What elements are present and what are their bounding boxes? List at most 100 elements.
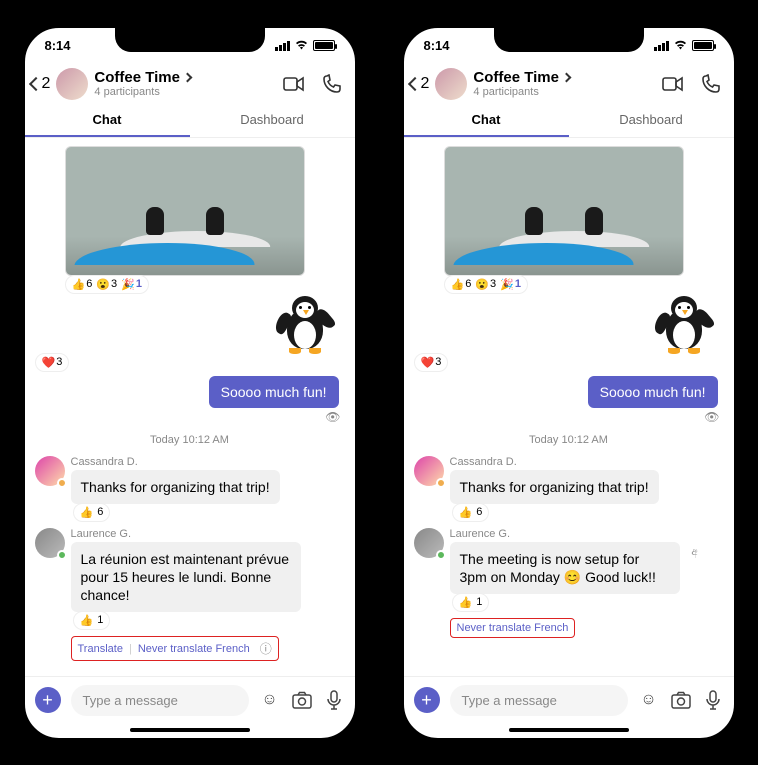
group-avatar[interactable] [56, 68, 88, 100]
reaction[interactable]: 👍1 [73, 611, 111, 630]
sender-name: Cassandra D. [450, 456, 724, 468]
composer: + Type a message ☺ [404, 676, 734, 724]
audio-call-button[interactable] [321, 73, 343, 95]
message-bubble-translated[interactable]: The meeting is now setup for 3pm on Mond… [450, 542, 680, 594]
tabs: Chat Dashboard [25, 104, 355, 138]
home-indicator[interactable] [130, 728, 250, 732]
status-time: 8:14 [45, 38, 71, 53]
chat-subtitle: 4 participants [473, 86, 655, 98]
video-call-button[interactable] [283, 73, 305, 95]
status-right [275, 38, 335, 53]
notch [494, 28, 644, 52]
reaction: 👍6 [72, 278, 93, 291]
back-button[interactable]: 2 [31, 75, 51, 93]
tab-dashboard[interactable]: Dashboard [569, 104, 734, 137]
avatar-laurence[interactable] [414, 528, 444, 558]
image-message[interactable] [65, 146, 305, 276]
battery-icon [692, 40, 714, 51]
compose-add-button[interactable]: + [414, 687, 440, 713]
reaction-penguin[interactable]: ❤️3 [414, 353, 449, 372]
avatar-laurence[interactable] [35, 528, 65, 558]
wifi-icon [673, 38, 688, 53]
reactions-image[interactable]: 👍6 😮3 🎉1 [65, 275, 149, 294]
message-input[interactable]: Type a message [450, 685, 628, 716]
timestamp: Today 10:12 AM [414, 434, 724, 446]
camera-button[interactable] [291, 689, 313, 711]
emoji-button[interactable]: ☺ [259, 689, 281, 711]
presence-online-icon [57, 550, 67, 560]
message-cassandra: Cassandra D. Thanks for organizing that … [35, 456, 345, 522]
image-message[interactable] [444, 146, 684, 276]
reaction[interactable]: 👍1 [452, 593, 490, 612]
header: 2 Coffee Time 4 participants [404, 64, 734, 104]
mic-button[interactable] [702, 689, 724, 711]
message-bubble[interactable]: La réunion est maintenant prévue pour 15… [71, 542, 301, 613]
signal-icon [275, 41, 290, 51]
message-laurence: Laurence G. La réunion est maintenant pr… [35, 528, 345, 631]
mic-button[interactable] [323, 689, 345, 711]
sender-name: Cassandra D. [71, 456, 345, 468]
translate-button[interactable]: Translate [78, 643, 123, 655]
reaction: 😮3 [96, 278, 117, 291]
phone-right: 8:14 2 Coffee Time 4 participants [394, 18, 744, 748]
title-block[interactable]: Coffee Time 4 participants [94, 69, 276, 98]
reactions-image[interactable]: 👍6 😮3 🎉1 [444, 275, 528, 294]
tab-chat[interactable]: Chat [25, 104, 190, 137]
camera-button[interactable] [670, 689, 692, 711]
signal-icon [654, 41, 669, 51]
video-call-button[interactable] [662, 73, 684, 95]
status-time: 8:14 [424, 38, 450, 53]
sender-name: Laurence G. [71, 528, 345, 540]
avatar-cassandra[interactable] [35, 456, 65, 486]
chevron-left-icon [28, 76, 42, 90]
never-translate-button[interactable]: Never translate French [457, 622, 569, 634]
title-block[interactable]: Coffee Time 4 participants [473, 69, 655, 98]
composer: + Type a message ☺ [25, 676, 355, 724]
chevron-right-icon [562, 73, 572, 83]
message-bubble[interactable]: Thanks for organizing that trip! [71, 470, 280, 504]
messages-pane[interactable]: 👍6 😮3 🎉1 ❤️3 Soooo much fun! 👁 Today 10:… [404, 138, 734, 676]
help-icon[interactable]: ⓘ [260, 640, 272, 657]
message-input[interactable]: Type a message [71, 685, 249, 716]
messages-pane[interactable]: 👍6 😮3 🎉1 ❤️3 Soooo much fun! 👁 Today 10:… [25, 138, 355, 676]
translate-options: Never translate French [450, 618, 576, 638]
translate-options: Translate | Never translate French ⓘ [71, 636, 279, 661]
never-translate-button[interactable]: Never translate French [138, 643, 250, 655]
sticker-penguin[interactable] [275, 294, 335, 354]
emoji-button[interactable]: ☺ [638, 689, 660, 711]
tabs: Chat Dashboard [404, 104, 734, 138]
reaction[interactable]: 👍6 [73, 503, 111, 522]
chat-title: Coffee Time [473, 69, 559, 86]
reaction[interactable]: 👍6 [452, 503, 490, 522]
message-cassandra: Cassandra D. Thanks for organizing that … [414, 456, 724, 522]
home-indicator[interactable] [509, 728, 629, 732]
presence-away-icon [57, 478, 67, 488]
compose-add-button[interactable]: + [35, 687, 61, 713]
chevron-left-icon [407, 76, 421, 90]
header: 2 Coffee Time 4 participants [25, 64, 355, 104]
chat-subtitle: 4 participants [94, 86, 276, 98]
outgoing-message[interactable]: Soooo much fun! [588, 376, 718, 408]
presence-online-icon [436, 550, 446, 560]
message-bubble[interactable]: Thanks for organizing that trip! [450, 470, 659, 504]
phone-left: 8:14 2 Coffee Time 4 participants [15, 18, 365, 748]
read-receipt-icon: 👁 [704, 410, 719, 424]
battery-icon [313, 40, 335, 51]
group-avatar[interactable] [435, 68, 467, 100]
sticker-penguin[interactable] [654, 294, 714, 354]
tab-dashboard[interactable]: Dashboard [190, 104, 355, 137]
presence-away-icon [436, 478, 446, 488]
reaction: 🎉1 [121, 278, 142, 291]
avatar-cassandra[interactable] [414, 456, 444, 486]
tab-chat[interactable]: Chat [404, 104, 569, 137]
read-receipt-icon: 👁 [325, 410, 340, 424]
audio-call-button[interactable] [700, 73, 722, 95]
reaction-penguin[interactable]: ❤️3 [35, 353, 70, 372]
message-laurence: Laurence G. The meeting is now setup for… [414, 528, 724, 612]
outgoing-message[interactable]: Soooo much fun! [209, 376, 339, 408]
chevron-right-icon [183, 73, 193, 83]
sender-name: Laurence G. [450, 528, 724, 540]
chat-title: Coffee Time [94, 69, 180, 86]
back-button[interactable]: 2 [410, 75, 430, 93]
timestamp: Today 10:12 AM [35, 434, 345, 446]
